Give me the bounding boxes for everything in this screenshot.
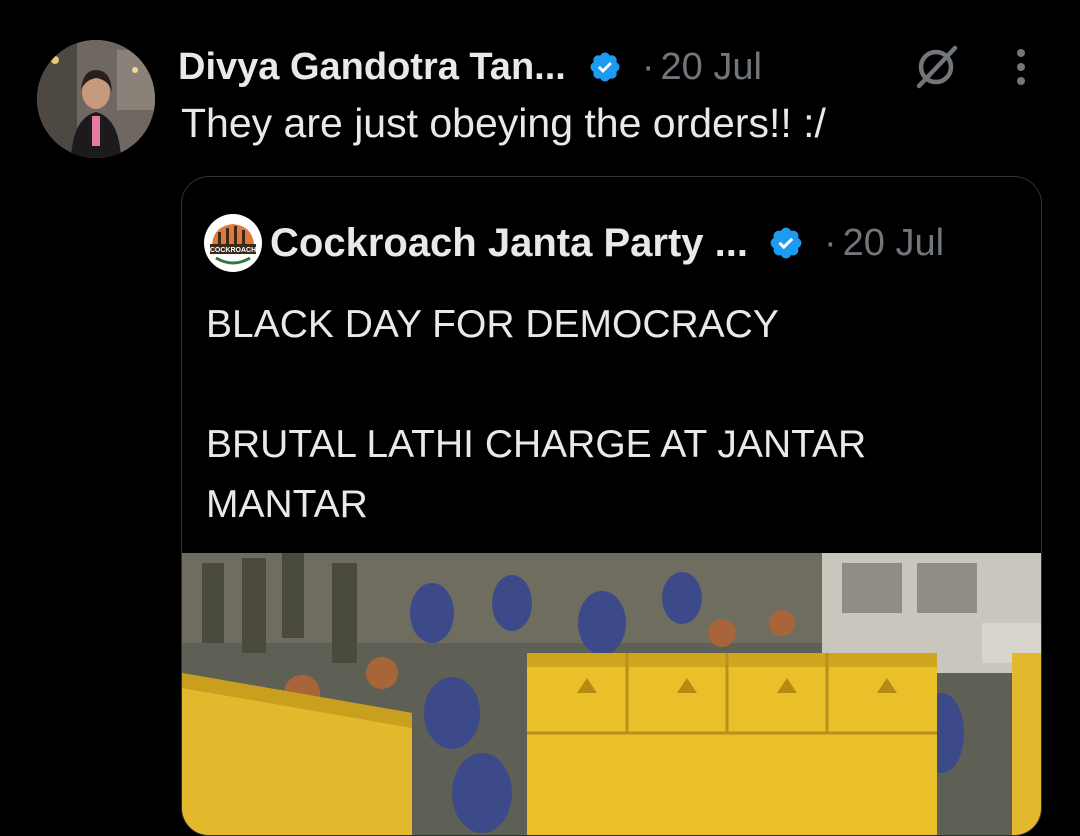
quoted-author-avatar[interactable]: COCKROACH — [204, 214, 262, 272]
quoted-tweet-text: BLACK DAY FOR DEMOCRACY BRUTAL LATHI CHA… — [206, 295, 1006, 535]
tweet-text: They are just obeying the orders!! :/ — [181, 100, 826, 146]
quoted-text-line: BLACK DAY FOR DEMOCRACY — [206, 303, 779, 346]
author-name[interactable]: Divya Gandotra Tan... — [178, 46, 566, 89]
more-vertical-icon[interactable] — [1006, 44, 1036, 90]
quoted-tweet-header: COCKROACH Cockroach Janta Party ... · 20… — [204, 214, 944, 272]
quoted-author-name[interactable]: Cockroach Janta Party ... — [270, 221, 748, 266]
grok-icon[interactable] — [910, 44, 962, 90]
verified-badge-icon — [588, 50, 622, 84]
tweet-header: Divya Gandotra Tan... · 20 Jul — [178, 42, 762, 92]
author-avatar[interactable] — [37, 40, 155, 158]
separator-dot: · — [823, 221, 837, 264]
quoted-avatar-logo-text: COCKROACH — [210, 247, 256, 254]
quoted-tweet-card[interactable]: COCKROACH Cockroach Janta Party ... · 20… — [181, 176, 1042, 836]
tweet-date[interactable]: 20 Jul — [661, 46, 762, 89]
quoted-text-line: BRUTAL LATHI CHARGE AT JANTAR MANTAR — [206, 423, 867, 526]
separator-dot: · — [641, 45, 655, 88]
quoted-tweet-media[interactable] — [182, 553, 1041, 835]
verified-badge-icon — [768, 225, 804, 261]
quoted-tweet-date[interactable]: 20 Jul — [843, 222, 944, 265]
